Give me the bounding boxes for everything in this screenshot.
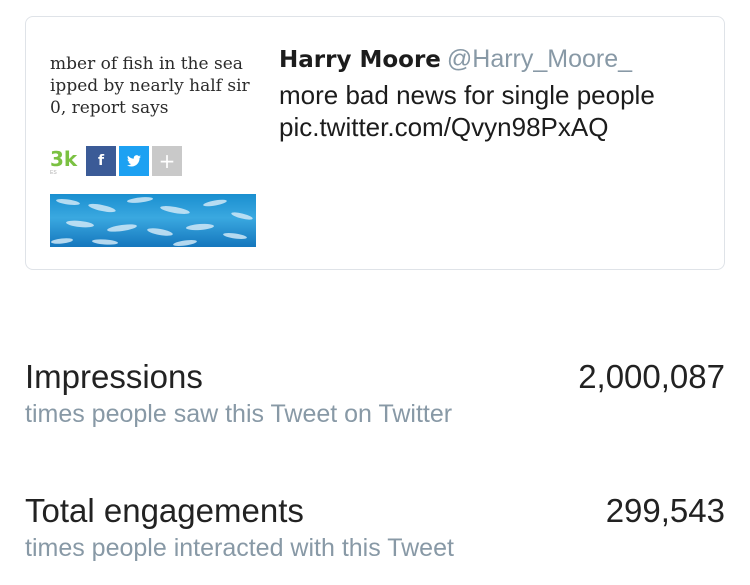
more-share-icon: + [152,146,182,176]
tweet-handle[interactable]: @Harry_Moore_ [447,45,632,73]
engagements-value: 299,543 [605,492,725,529]
tweet-card[interactable]: mber of fish in the sea ipped by nearly … [25,16,725,270]
twitter-share-icon [119,146,149,176]
engagements-metric: Total engagements 299,543 times people i… [25,491,725,571]
impressions-metric: Impressions 2,000,087 times people saw t… [25,357,725,437]
attachment-share-bar: 3k ES f + [50,146,256,176]
attachment-headline-line: mber of fish in the sea [50,54,243,74]
tweet-text: more bad news for single people [279,80,655,110]
tweet-display-name[interactable]: Harry Moore [279,47,441,73]
engagements-label: Total engagements [25,492,304,529]
attachment-headline-line: 0, report says [50,98,169,118]
attachment-headline: mber of fish in the sea ipped by nearly … [50,53,256,119]
engagements-description: times people interacted with this Tweet [25,534,454,562]
tweet-author: Harry Moore @Harry_Moore_ [279,44,719,75]
attachment-headline-line: ipped by nearly half sir [50,76,250,96]
tweet-body: Harry Moore @Harry_Moore_ more bad news f… [279,44,719,143]
impressions-description: times people saw this Tweet on Twitter [25,400,453,428]
impressions-label: Impressions [25,358,203,395]
tweet-attachment-image[interactable]: mber of fish in the sea ipped by nearly … [50,47,256,247]
fish-school-image [50,194,256,247]
impressions-value: 2,000,087 [578,358,725,395]
facebook-share-icon: f [86,146,116,176]
attachment-share-count: 3k [50,147,78,171]
attachment-share-count-caption: ES [50,170,57,176]
tweet-media-link[interactable]: pic.twitter.com/Qvyn98PxAQ [279,111,719,143]
